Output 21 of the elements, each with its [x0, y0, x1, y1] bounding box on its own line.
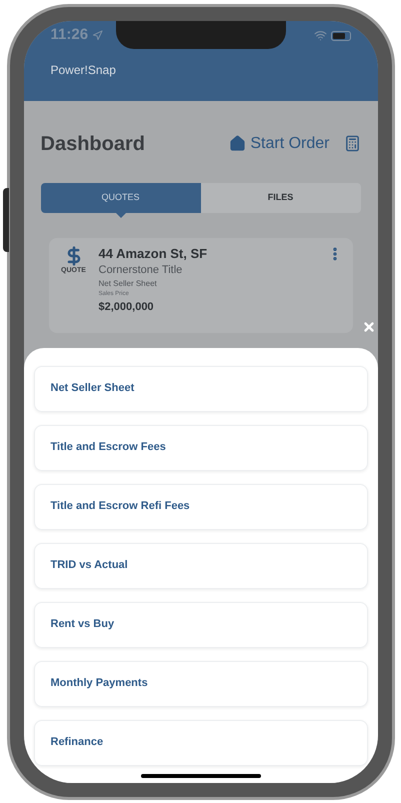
app-title: Power!Snap	[50, 62, 117, 78]
sheet-option[interactable]: Refinance	[34, 720, 368, 766]
status-time: 11:26	[50, 25, 88, 46]
quote-price: $2,000,000	[98, 300, 155, 314]
close-icon[interactable]	[362, 320, 376, 334]
quote-type: Net Seller Sheet	[98, 278, 158, 290]
home-icon	[229, 135, 246, 152]
tab[interactable]: FILES	[200, 182, 360, 212]
sheet-option[interactable]: Title and Escrow Refi Fees	[34, 484, 368, 530]
quote-address: 44 Amazon St, SF	[98, 246, 208, 262]
sheet-option[interactable]: Monthly Payments	[34, 660, 368, 706]
sheet-option[interactable]: Net Seller Sheet	[34, 366, 368, 412]
battery-icon	[330, 30, 350, 40]
calculator-icon[interactable]	[344, 135, 360, 152]
sheet-option[interactable]: Title and Escrow Fees	[34, 424, 368, 470]
sheet-option[interactable]: Rent vs Buy	[34, 602, 368, 648]
page-title: Dashboard	[40, 132, 145, 156]
sheet-option[interactable]: TRID vs Actual	[34, 542, 368, 588]
location-icon	[92, 30, 104, 41]
quote-company: Cornerstone Title	[98, 262, 184, 278]
tab-pointer	[116, 212, 126, 218]
